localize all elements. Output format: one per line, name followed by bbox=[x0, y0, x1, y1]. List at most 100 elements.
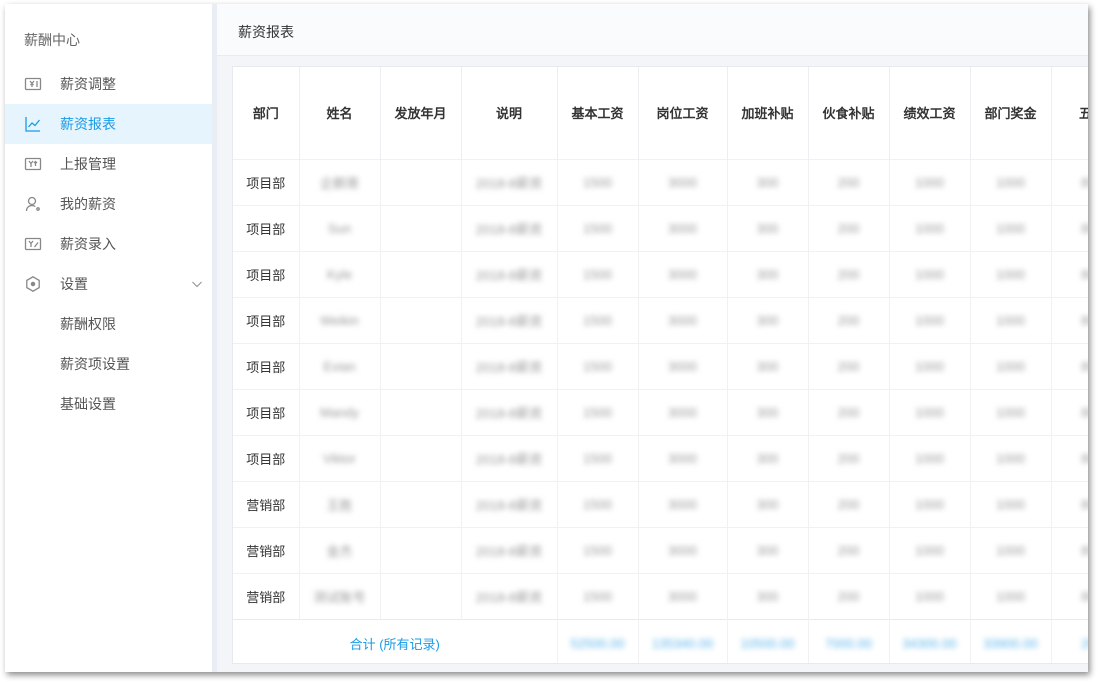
column-header[interactable]: 发放年月 bbox=[380, 67, 462, 159]
name-cell: 测试账号 bbox=[299, 572, 381, 619]
base-salary-cell: 1500 bbox=[557, 388, 639, 435]
sidebar-item-salary-permission[interactable]: 薪酬权限 bbox=[5, 304, 212, 344]
desc-cell: 2018-8薪资 bbox=[461, 158, 558, 205]
sidebar-item-salary-input[interactable]: 薪资录入 bbox=[5, 224, 212, 264]
insurance-cell: 800 bbox=[1051, 204, 1088, 251]
name-cell: 企鹅哥 bbox=[299, 158, 381, 205]
performance-cell: 1000 bbox=[889, 526, 971, 573]
meal-cell: 200 bbox=[808, 204, 890, 251]
sidebar-item-report-manage[interactable]: 上报管理 bbox=[5, 144, 212, 184]
meal-cell: 200 bbox=[808, 572, 890, 619]
column-header[interactable]: 绩效工资 bbox=[889, 67, 971, 159]
performance-cell: 1000 bbox=[889, 342, 971, 389]
month-cell bbox=[380, 250, 462, 297]
desc-cell: 2018-8薪资 bbox=[461, 434, 558, 481]
sidebar-item-label: 我的薪资 bbox=[60, 196, 116, 212]
post-salary-cell: 3000 bbox=[638, 526, 728, 573]
column-header[interactable]: 部门奖金 bbox=[970, 67, 1052, 159]
dept-cell: 营销部 bbox=[233, 572, 300, 619]
month-cell bbox=[380, 572, 462, 619]
meal-cell: 200 bbox=[808, 296, 890, 343]
column-header[interactable]: 基本工资 bbox=[557, 67, 639, 159]
report-manage-icon bbox=[24, 155, 42, 173]
performance-cell: 1000 bbox=[889, 296, 971, 343]
post-salary-cell: 3000 bbox=[638, 480, 728, 527]
meal-cell: 200 bbox=[808, 250, 890, 297]
dept-cell: 项目部 bbox=[233, 342, 300, 389]
total-dept-bonus: 33900.00 bbox=[970, 618, 1052, 663]
desc-cell: 2018-8薪资 bbox=[461, 250, 558, 297]
base-salary-cell: 1500 bbox=[557, 572, 639, 619]
post-salary-cell: 3000 bbox=[638, 296, 728, 343]
table-row[interactable]: 项目部企鹅哥2018-8薪资1500300030020010001000800 bbox=[233, 158, 1088, 205]
table-row[interactable]: 营销部王胜2018-8薪资1500300030020010001000800 bbox=[233, 480, 1088, 527]
column-header[interactable]: 岗位工资 bbox=[638, 67, 728, 159]
sidebar-item-settings[interactable]: 设置 bbox=[5, 264, 212, 304]
total-base-salary: 52500.00 bbox=[557, 618, 639, 663]
column-header[interactable]: 五险 bbox=[1051, 67, 1088, 159]
column-header[interactable]: 部门 bbox=[233, 67, 300, 159]
meal-cell: 200 bbox=[808, 526, 890, 573]
month-cell bbox=[380, 480, 462, 527]
sidebar-item-basic-settings[interactable]: 基础设置 bbox=[5, 384, 212, 424]
performance-cell: 1000 bbox=[889, 480, 971, 527]
salary-input-icon bbox=[24, 235, 42, 253]
sidebar-item-salary-item-settings[interactable]: 薪资项设置 bbox=[5, 344, 212, 384]
table-row[interactable]: 项目部 Viktor 2018-8薪资 1500 3000 300 200 1000 1000 8… bbox=[233, 434, 1088, 481]
sidebar-item-label: 薪酬权限 bbox=[60, 316, 116, 332]
post-salary-cell: 3000 bbox=[638, 572, 728, 619]
sidebar-item-label: 设置 bbox=[60, 276, 88, 292]
name-cell: Mandy bbox=[299, 388, 381, 435]
line-chart-icon bbox=[24, 115, 42, 133]
insurance-cell: 800 bbox=[1051, 342, 1088, 389]
sidebar-title: 薪酬中心 bbox=[24, 32, 80, 48]
overtime-cell: 300 bbox=[727, 526, 809, 573]
settings-icon bbox=[24, 275, 42, 293]
table-row[interactable]: 项目部Sun2018-8薪资1500300030020010001000800 bbox=[233, 204, 1088, 251]
post-salary-cell: 3000 bbox=[638, 250, 728, 297]
sidebar-item-salary-adjust[interactable]: 薪资调整 bbox=[5, 64, 212, 104]
sidebar-item-salary-report[interactable]: 薪资报表 bbox=[5, 104, 212, 144]
column-header[interactable]: 姓名 bbox=[299, 67, 381, 159]
table-row[interactable]: 营销部测试账号2018-8薪资1500300030020010001000800 bbox=[233, 572, 1088, 619]
base-salary-cell: 1500 bbox=[557, 204, 639, 251]
table-row[interactable]: 项目部Evian2018-8薪资150030003002001000100080… bbox=[233, 342, 1088, 389]
overtime-cell: 300 bbox=[727, 204, 809, 251]
main-content: 薪资报表 部门 姓名 发放年月 说明 基本工资 岗位工资 加班补贴 伙食补贴 绩… bbox=[217, 4, 1088, 672]
sidebar-item-label: 薪资录入 bbox=[60, 236, 116, 252]
insurance-cell: 800 bbox=[1051, 296, 1088, 343]
dept-bonus-cell: 1000 bbox=[970, 250, 1052, 297]
table-row[interactable]: 项目部 Weikin 2018-8薪资 1500 3000 300 200 1000 1000 8… bbox=[233, 296, 1088, 343]
name-cell: Evian bbox=[299, 342, 381, 389]
overtime-cell: 300 bbox=[727, 250, 809, 297]
name-cell: Sun bbox=[299, 204, 381, 251]
meal-cell: 200 bbox=[808, 434, 890, 481]
dept-bonus-cell: 1000 bbox=[970, 434, 1052, 481]
column-header[interactable]: 伙食补贴 bbox=[808, 67, 890, 159]
base-salary-cell: 1500 bbox=[557, 158, 639, 205]
desc-cell: 2018-8薪资 bbox=[461, 342, 558, 389]
page-title: 薪资报表 bbox=[238, 24, 294, 40]
total-meal: 7000.00 bbox=[808, 618, 890, 663]
post-salary-cell: 3000 bbox=[638, 342, 728, 389]
table-row[interactable]: 项目部Kyle2018-8薪资1500300030020010001000800 bbox=[233, 250, 1088, 297]
month-cell bbox=[380, 526, 462, 573]
desc-cell: 2018-8薪资 bbox=[461, 388, 558, 435]
total-performance: 34300.00 bbox=[889, 618, 971, 663]
sidebar: 薪酬中心 薪资调整 薪资报表 上报管理 我的薪资 薪资录入 设置 薪酬权限 薪资… bbox=[5, 4, 212, 672]
column-header[interactable]: 说明 bbox=[461, 67, 558, 159]
performance-cell: 1000 bbox=[889, 158, 971, 205]
sidebar-item-my-salary[interactable]: 我的薪资 bbox=[5, 184, 212, 224]
column-header[interactable]: 加班补贴 bbox=[727, 67, 809, 159]
desc-cell: 2018-8薪资 bbox=[461, 526, 558, 573]
page-header: 薪资报表 bbox=[217, 4, 1088, 56]
table-row[interactable]: 项目部Mandy2018-8薪资150030003002001000100080… bbox=[233, 388, 1088, 435]
dept-bonus-cell: 1000 bbox=[970, 158, 1052, 205]
sidebar-item-label: 薪资项设置 bbox=[60, 356, 130, 372]
table-row[interactable]: 营销部金杰2018-8薪资1500300030020010001000800 bbox=[233, 526, 1088, 573]
insurance-cell: 800 bbox=[1051, 434, 1088, 481]
performance-cell: 1000 bbox=[889, 250, 971, 297]
sidebar-item-label: 薪资报表 bbox=[60, 116, 116, 132]
salary-report-table[interactable]: 部门 姓名 发放年月 说明 基本工资 岗位工资 加班补贴 伙食补贴 绩效工资 部… bbox=[232, 66, 1088, 664]
chevron-down-icon[interactable] bbox=[191, 277, 203, 289]
